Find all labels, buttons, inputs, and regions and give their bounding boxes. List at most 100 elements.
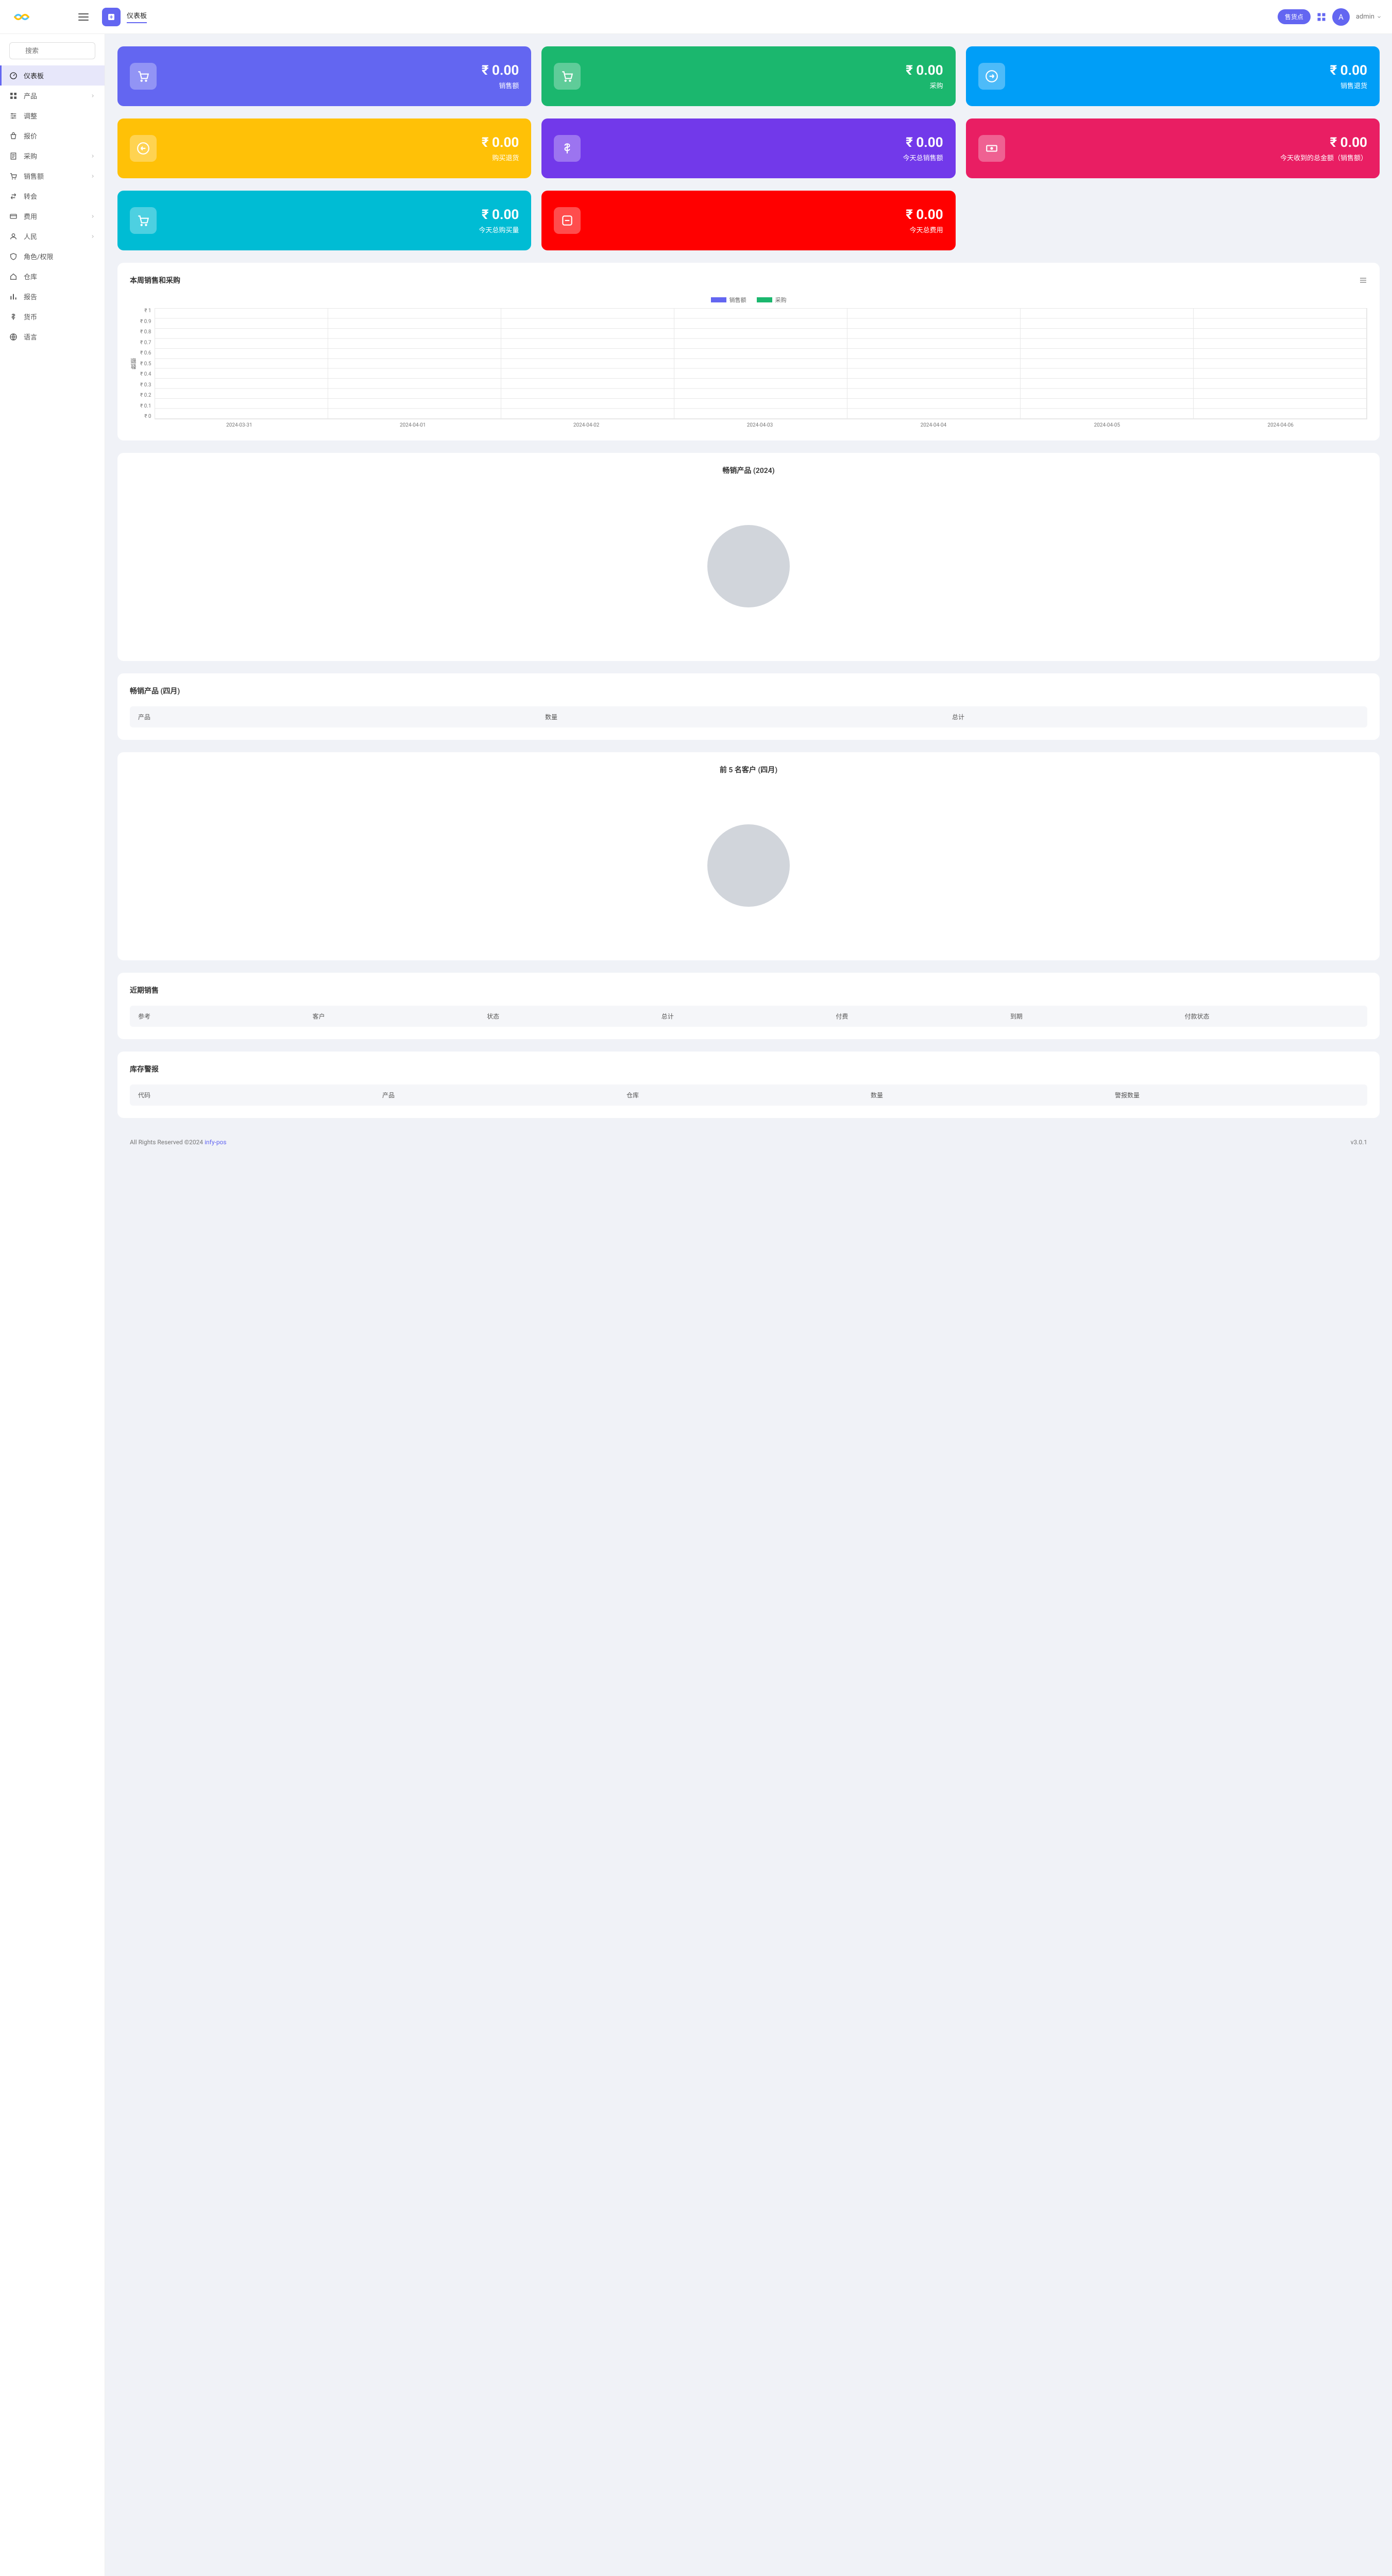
legend-swatch <box>757 297 772 302</box>
sidebar-item-label: 报告 <box>24 292 95 301</box>
footer-link[interactable]: infy-pos <box>205 1139 227 1146</box>
sidebar-item-3[interactable]: 报价 <box>0 126 105 146</box>
top-selling-month-table-head: 产品数量总计 <box>130 706 1367 727</box>
arrow-right-icon <box>985 70 998 83</box>
xtick: 2024-04-04 <box>846 422 1020 428</box>
sidebar-item-label: 货币 <box>24 312 95 321</box>
legend-item[interactable]: 采购 <box>757 296 787 304</box>
minus-icon <box>561 214 574 227</box>
stat-text: ₹ 0.00 购买退货 <box>482 135 519 162</box>
search-input[interactable] <box>9 42 95 59</box>
table-col-head: 数量 <box>871 1091 1115 1099</box>
pos-button[interactable]: 售货点 <box>1278 9 1311 24</box>
sidebar-item-label: 转会 <box>24 191 95 201</box>
sidebar-item-5[interactable]: 销售额 <box>0 166 105 186</box>
table-col-head: 代码 <box>138 1091 382 1099</box>
sidebar-item-9[interactable]: 角色/权限 <box>0 246 105 266</box>
stat-label: 购买退货 <box>482 152 519 162</box>
stat-card-1: ₹ 0.00 采购 <box>541 46 955 106</box>
logo-icon <box>10 6 33 28</box>
person-icon <box>9 232 18 241</box>
grid-icon <box>9 92 18 100</box>
sidebar-item-6[interactable]: 转会 <box>0 186 105 206</box>
stock-alert-title: 库存警报 <box>130 1064 159 1074</box>
header: 仪表板 售货点 A admin <box>0 0 1392 34</box>
recent-sales-panel: 近期销售 参考客户状态总计付费到期付款状态 <box>117 973 1380 1039</box>
sidebar-item-2[interactable]: 调整 <box>0 106 105 126</box>
sidebar-item-1[interactable]: 产品 <box>0 86 105 106</box>
dollar-icon <box>9 313 18 321</box>
speed-icon <box>9 72 18 80</box>
stat-text: ₹ 0.00 销售退货 <box>1330 63 1367 90</box>
cart-icon <box>137 214 150 227</box>
stats-grid-0: ₹ 0.00 销售额 ₹ 0.00 采购 ₹ 0.00 销售退货 <box>117 46 1380 106</box>
stat-card-2: ₹ 0.00 销售退货 <box>966 46 1380 106</box>
table-col-head: 总计 <box>661 1012 836 1021</box>
stat-value: ₹ 0.00 <box>906 207 943 223</box>
user-name-label: admin <box>1356 13 1374 21</box>
sidebar-item-label: 费用 <box>24 211 90 221</box>
stat-label: 今天总购买量 <box>479 225 519 234</box>
stat-icon-box <box>978 63 1005 90</box>
sidebar-item-label: 采购 <box>24 151 90 161</box>
table-col-head: 付费 <box>836 1012 1010 1021</box>
stat-label: 今天收到的总金额（销售额） <box>1280 152 1367 162</box>
plus-icon <box>107 13 115 21</box>
nav-list: 仪表板产品调整报价采购销售额转会费用人民角色/权限仓库报告货币语言 <box>0 65 105 347</box>
transfer-icon <box>9 192 18 200</box>
sidebar-item-4[interactable]: 采购 <box>0 146 105 166</box>
top-customers-panel: 前 5 名客户 (四月) <box>117 752 1380 960</box>
sidebar-item-0[interactable]: 仪表板 <box>0 65 105 86</box>
fullscreen-icon[interactable] <box>1317 12 1326 22</box>
table-col-head: 客户 <box>313 1012 487 1021</box>
stat-text: ₹ 0.00 今天总销售额 <box>903 135 943 162</box>
weekly-chart-panel: 本周销售和采购 销售额采购 数额 ₹ 1₹ 0.9₹ 0.8₹ 0.7₹ 0.6… <box>117 263 1380 440</box>
ytick: ₹ 0.1 <box>140 403 151 409</box>
sidebar-item-10[interactable]: 仓库 <box>0 266 105 286</box>
legend-label: 销售额 <box>729 296 746 304</box>
pie-placeholder <box>130 484 1367 649</box>
table-col-head: 参考 <box>138 1012 313 1021</box>
chart-menu-icon[interactable] <box>1359 276 1367 284</box>
user-menu[interactable]: admin <box>1356 13 1382 21</box>
table-col-head: 状态 <box>487 1012 661 1021</box>
active-tab-label[interactable]: 仪表板 <box>127 10 147 23</box>
stat-icon-box <box>554 135 581 162</box>
chevron-right-icon <box>90 174 95 179</box>
top-selling-year-panel: 畅销产品 (2024) <box>117 453 1380 661</box>
stat-icon-box <box>130 63 157 90</box>
legend-swatch <box>711 297 726 302</box>
stat-card-4: ₹ 0.00 今天总销售额 <box>541 118 955 178</box>
legend-label: 采购 <box>775 296 787 304</box>
sidebar-item-12[interactable]: 货币 <box>0 307 105 327</box>
legend-item[interactable]: 销售额 <box>711 296 746 304</box>
stat-value: ₹ 0.00 <box>1330 63 1367 78</box>
sidebar-item-11[interactable]: 报告 <box>0 286 105 307</box>
top-selling-month-title: 畅销产品 (四月) <box>130 686 180 696</box>
basket-icon <box>9 132 18 140</box>
sidebar-item-13[interactable]: 语言 <box>0 327 105 347</box>
ytick: ₹ 0.9 <box>140 319 151 325</box>
sidebar-item-7[interactable]: 费用 <box>0 206 105 226</box>
ytick: ₹ 0.4 <box>140 371 151 377</box>
chevron-right-icon <box>90 214 95 219</box>
stat-text: ₹ 0.00 今天收到的总金额（销售额） <box>1280 135 1367 162</box>
stat-value: ₹ 0.00 <box>482 135 519 150</box>
avatar[interactable]: A <box>1332 8 1350 26</box>
stat-icon-box <box>130 135 157 162</box>
ytick: ₹ 0.8 <box>140 329 151 335</box>
table-col-head: 总计 <box>952 713 1359 721</box>
menu-toggle-icon[interactable] <box>77 11 90 23</box>
footer-version: v3.0.1 <box>1351 1139 1367 1146</box>
adjust-icon <box>9 112 18 120</box>
chevron-right-icon <box>90 234 95 239</box>
chevron-right-icon <box>90 154 95 159</box>
sidebar-item-8[interactable]: 人民 <box>0 226 105 246</box>
ytick: ₹ 1 <box>140 308 151 314</box>
logo-area <box>10 6 77 28</box>
money-icon <box>985 142 998 155</box>
stat-label: 今天总费用 <box>906 225 943 234</box>
ytick: ₹ 0.5 <box>140 361 151 367</box>
add-button[interactable] <box>102 8 121 26</box>
stat-icon-box <box>130 207 157 234</box>
